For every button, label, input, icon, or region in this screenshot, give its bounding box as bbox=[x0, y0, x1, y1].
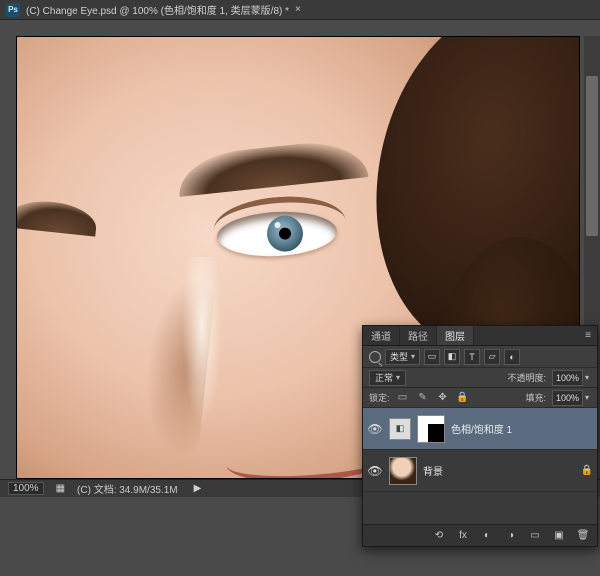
panel-menu-icon[interactable]: ≡ bbox=[579, 326, 597, 345]
blend-mode-value: 正常 bbox=[375, 371, 393, 384]
layer-fx-icon[interactable]: fx bbox=[455, 528, 471, 544]
layer-thumbnail[interactable] bbox=[389, 457, 417, 485]
blend-mode-dropdown[interactable]: 正常 ▾ bbox=[369, 370, 406, 386]
filter-smart-icon[interactable]: ◐ bbox=[504, 349, 520, 365]
opacity-label: 不透明度: bbox=[507, 371, 546, 384]
layers-panel-footer: ⟲ fx ◐ ◑ ▭ ▣ 🗑 bbox=[363, 524, 597, 546]
opacity-field[interactable]: 100% ▾ bbox=[552, 370, 591, 386]
app-icon: Ps bbox=[6, 3, 20, 17]
filter-adjust-icon[interactable]: ◧ bbox=[444, 349, 460, 365]
chevron-down-icon: ▾ bbox=[411, 352, 415, 361]
preview-icon[interactable]: ▦ bbox=[56, 483, 65, 494]
chevron-down-icon: ▾ bbox=[583, 373, 591, 382]
search-icon[interactable] bbox=[369, 351, 381, 363]
lock-transparency-icon[interactable]: ▭ bbox=[396, 391, 410, 405]
tab-layers[interactable]: 图层 bbox=[437, 326, 474, 345]
visibility-eye-icon[interactable]: 👁 bbox=[367, 422, 383, 436]
layer-row[interactable]: 👁 ◧ 色相/饱和度 1 bbox=[363, 408, 597, 450]
horizontal-ruler[interactable] bbox=[0, 20, 584, 36]
document-info[interactable]: (C) 文档: 34.9M/35.1M bbox=[77, 481, 178, 496]
vertical-ruler[interactable] bbox=[0, 20, 16, 496]
layer-filter-row: 类型 ▾ ▭ ◧ T ▱ ◐ bbox=[363, 346, 597, 368]
blend-opacity-row: 正常 ▾ 不透明度: 100% ▾ bbox=[363, 368, 597, 388]
filter-kind-label: 类型 bbox=[390, 350, 408, 363]
document-tabbar: Ps (C) Change Eye.psd @ 100% (色相/饱和度 1, … bbox=[0, 0, 600, 20]
layer-name[interactable]: 背景 bbox=[423, 463, 575, 478]
fill-value: 100% bbox=[552, 390, 583, 406]
lock-icon: 🔒 bbox=[581, 465, 593, 476]
lock-pixels-icon[interactable]: ✎ bbox=[416, 391, 430, 405]
fill-field[interactable]: 100% ▾ bbox=[552, 390, 591, 406]
lock-all-icon[interactable]: 🔒 bbox=[456, 391, 470, 405]
trash-icon[interactable]: 🗑 bbox=[575, 528, 591, 544]
new-layer-icon[interactable]: ▣ bbox=[551, 528, 567, 544]
tab-channels[interactable]: 通道 bbox=[363, 326, 400, 345]
filter-pixel-icon[interactable]: ▭ bbox=[424, 349, 440, 365]
info-menu-chevron-icon[interactable]: ▶ bbox=[194, 483, 202, 494]
add-mask-icon[interactable]: ◐ bbox=[479, 528, 495, 544]
layer-row[interactable]: 👁 背景 🔒 bbox=[363, 450, 597, 492]
zoom-field[interactable]: 100% bbox=[8, 482, 44, 495]
layer-list: 👁 ◧ 色相/饱和度 1 👁 背景 🔒 bbox=[363, 408, 597, 524]
fill-label: 填充: bbox=[525, 391, 546, 404]
new-group-icon[interactable]: ▭ bbox=[527, 528, 543, 544]
layer-mask-thumbnail[interactable] bbox=[417, 415, 445, 443]
new-adjustment-icon[interactable]: ◑ bbox=[503, 528, 519, 544]
link-layers-icon[interactable]: ⟲ bbox=[431, 528, 447, 544]
tab-paths[interactable]: 路径 bbox=[400, 326, 437, 345]
photoshop-window: Ps (C) Change Eye.psd @ 100% (色相/饱和度 1, … bbox=[0, 0, 600, 576]
filter-shape-icon[interactable]: ▱ bbox=[484, 349, 500, 365]
opacity-value: 100% bbox=[552, 370, 583, 386]
panel-tabstrip: 通道 路径 图层 ≡ bbox=[363, 326, 597, 346]
lock-position-icon[interactable]: ✥ bbox=[436, 391, 450, 405]
layer-name[interactable]: 色相/饱和度 1 bbox=[451, 421, 593, 436]
lock-label: 锁定: bbox=[369, 391, 390, 404]
layers-panel: 通道 路径 图层 ≡ 类型 ▾ ▭ ◧ T ▱ ◐ 正常 ▾ 不透明度: bbox=[362, 325, 598, 547]
chevron-down-icon: ▾ bbox=[583, 393, 591, 402]
visibility-eye-icon[interactable]: 👁 bbox=[367, 464, 383, 478]
lock-fill-row: 锁定: ▭ ✎ ✥ 🔒 填充: 100% ▾ bbox=[363, 388, 597, 408]
close-icon[interactable]: × bbox=[295, 4, 301, 15]
adjustment-layer-icon[interactable]: ◧ bbox=[389, 418, 411, 440]
scrollbar-thumb[interactable] bbox=[586, 76, 598, 236]
document-tab-title[interactable]: (C) Change Eye.psd @ 100% (色相/饱和度 1, 类层蒙… bbox=[26, 2, 289, 17]
filter-type-icon[interactable]: T bbox=[464, 349, 480, 365]
chevron-down-icon: ▾ bbox=[396, 373, 400, 382]
filter-kind-dropdown[interactable]: 类型 ▾ bbox=[385, 349, 420, 365]
